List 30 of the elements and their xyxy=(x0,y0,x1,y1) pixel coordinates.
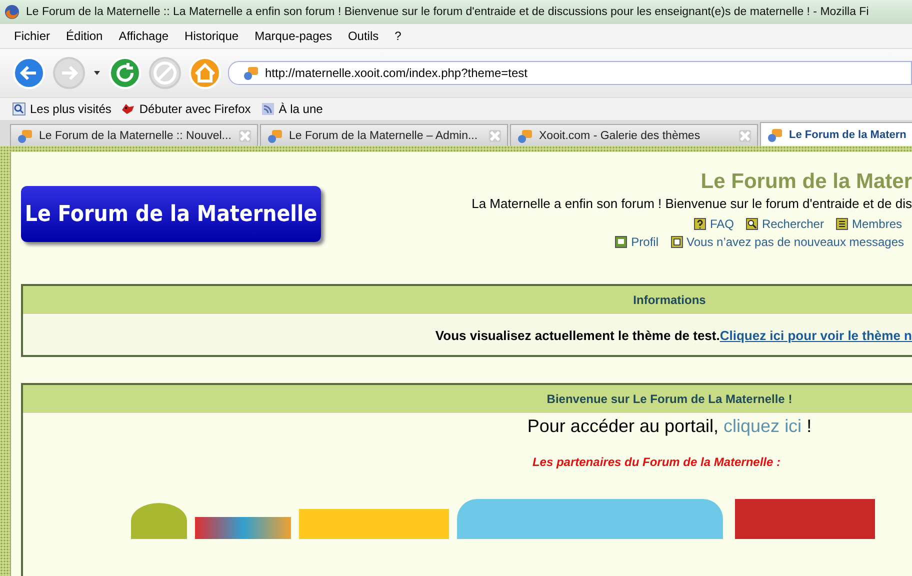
browser-tab[interactable]: Le Forum de la Matern xyxy=(760,122,912,146)
info-message: Vous visualisez actuellement le thème de test.Cliquez ici pour voir le thème n xyxy=(23,315,912,355)
nav-link[interactable]: Membres xyxy=(836,217,902,231)
bookmark-item[interactable]: À la une xyxy=(260,102,323,116)
site-description: La Maternelle a enfin son forum ! Bienvenue sur le forum d'entraide et de dis xyxy=(472,196,912,211)
bookmark-item[interactable]: Les plus visités xyxy=(12,102,112,116)
theme-link[interactable]: Cliquez ici pour voir le thème n xyxy=(720,328,912,342)
nav-link[interactable]: Profil xyxy=(615,235,659,249)
address-field[interactable]: http://maternelle.xooit.com/index.php?theme=test xyxy=(228,61,912,85)
nav-link[interactable]: FAQ xyxy=(694,217,734,231)
nav-link[interactable]: Rechercher xyxy=(746,217,824,231)
browser-tab[interactable]: Le Forum de la Maternelle :: Nouvel... xyxy=(10,124,258,146)
panel-title: Informations xyxy=(23,286,912,315)
bookmark-item[interactable]: Débuter avec Firefox xyxy=(121,102,251,116)
portal-message: Pour accéder au portail, cliquez ici ! xyxy=(526,416,813,437)
menu-item[interactable]: Affichage xyxy=(118,29,169,43)
nav-link[interactable]: Vous n’avez pas de nouveaux messages xyxy=(670,235,904,249)
menu-item[interactable]: Marque-pages xyxy=(254,29,332,43)
menu-item[interactable]: Outils xyxy=(348,29,379,43)
partners-title: Les partenaires du Forum de la Maternelle : xyxy=(531,455,782,469)
site-title: Le Forum de la Mater xyxy=(700,170,912,194)
window-title: Le Forum de la Maternelle :: La Maternelle a enfin son forum ! Bienvenue sur le forum d'entraide et de discussions pour les enseignant(e)s de maternelle ! - Mozilla Fi xyxy=(26,6,869,18)
browser-tab[interactable]: Xooit.com - Galerie des thèmes xyxy=(510,124,758,146)
panel-title: Bienvenue sur Le Forum de La Maternelle ! xyxy=(23,385,912,414)
menu-item[interactable]: ? xyxy=(394,29,402,43)
menu-item[interactable]: Fichier xyxy=(14,29,50,43)
menu-item[interactable]: Édition xyxy=(66,29,103,43)
browser-tab[interactable]: Le Forum de la Maternelle – Admin... xyxy=(260,124,508,146)
menu-item[interactable]: Historique xyxy=(184,29,239,43)
forum-logo[interactable]: Le Forum de la Maternelle xyxy=(21,186,321,242)
